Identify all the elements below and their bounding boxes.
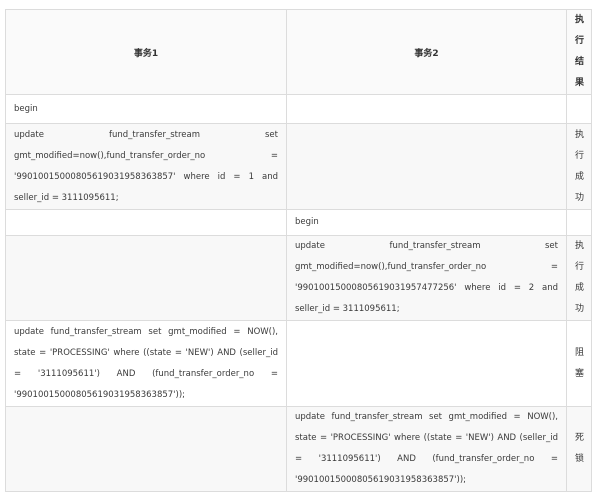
result-cell: 执行成功 [566, 123, 592, 210]
result-cell [566, 209, 592, 236]
table-row: update fund_transfer_stream set gmt_modi… [5, 406, 592, 492]
result-cell: 阻塞 [566, 320, 592, 407]
result-cell: 执行成功 [566, 235, 592, 321]
result-text: 执行成功 [575, 241, 585, 314]
tx2-cell [286, 123, 567, 210]
tx2-cell: update fund_transfer_stream set gmt_modi… [286, 235, 567, 321]
table-row: begin [5, 209, 592, 236]
sql-text: update fund_transfer_stream set gmt_modi… [295, 241, 558, 293]
header-tx1: 事务1 [5, 9, 287, 95]
result-cell: 死锁 [566, 406, 592, 492]
tx1-cell: update fund_transfer_stream set gmt_modi… [5, 123, 287, 210]
tx2-cell [286, 94, 567, 124]
table-row: begin [5, 94, 592, 124]
header-result-text: 执行结果 [575, 15, 585, 88]
table-row: update fund_transfer_stream set gmt_modi… [5, 235, 592, 321]
table-row: update fund_transfer_stream set gmt_modi… [5, 123, 592, 210]
tx1-cell [5, 406, 287, 492]
tx1-cell [5, 209, 287, 236]
result-text: 阻塞 [575, 347, 585, 379]
tx1-cell [5, 235, 287, 321]
sql-text-end: seller_id = 3111095611; [14, 192, 119, 203]
sql-text-end: '99010015000805619031958363857')); [14, 389, 186, 400]
tx1-cell: begin [5, 94, 287, 124]
result-text: 执行成功 [575, 129, 585, 203]
tx2-cell: begin [286, 209, 567, 236]
tx1-cell: update fund_transfer_stream set gmt_modi… [5, 320, 287, 407]
header-result: 执行结果 [566, 9, 592, 95]
tx2-cell [286, 320, 567, 407]
sql-text: update fund_transfer_stream set gmt_modi… [14, 129, 278, 182]
result-cell [566, 94, 592, 124]
table-header-row: 事务1 事务2 执行结果 [5, 9, 592, 95]
header-tx2: 事务2 [286, 9, 567, 95]
transaction-table: 事务1 事务2 执行结果 begin update fund_transfer_… [5, 9, 592, 492]
tx2-cell: update fund_transfer_stream set gmt_modi… [286, 406, 567, 492]
sql-text: update fund_transfer_stream set gmt_modi… [295, 412, 558, 464]
sql-text-end: seller_id = 3111095611; [295, 304, 400, 314]
table-row: update fund_transfer_stream set gmt_modi… [5, 320, 592, 407]
sql-text: update fund_transfer_stream set gmt_modi… [14, 326, 278, 379]
result-text: 死锁 [575, 433, 585, 464]
